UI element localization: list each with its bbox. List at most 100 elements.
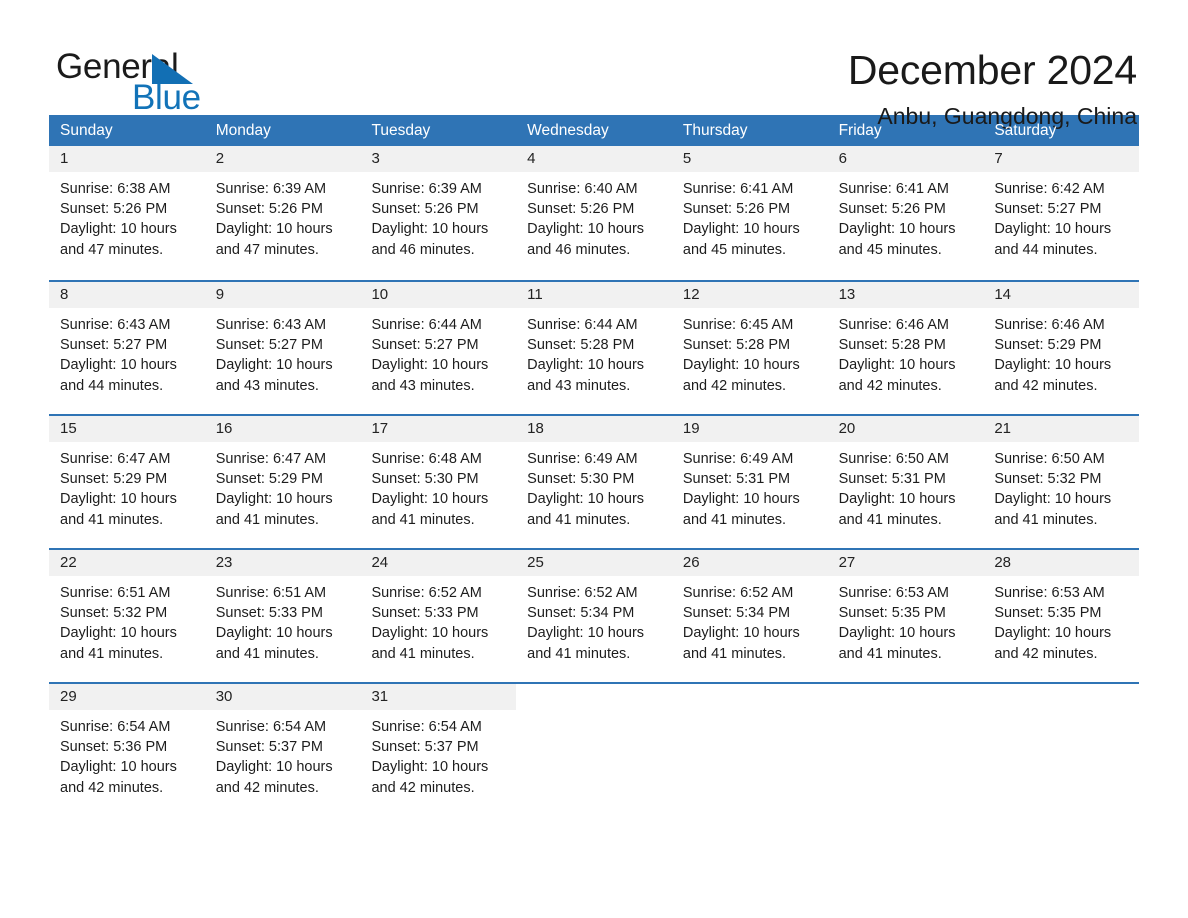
sunrise-text: Sunrise: 6:51 AM bbox=[215, 585, 327, 601]
daylight-text-line1: Daylight: 10 hours bbox=[60, 221, 177, 238]
day-cell[interactable]: 26 Sunrise: 6:52 AM Sunset: 5:34 PM Dayligh… bbox=[671, 550, 828, 682]
day-cell[interactable]: 24 Sunrise: 6:52 AM Sunset: 5:33 PM Dayligh… bbox=[360, 550, 517, 682]
day-number: 22 bbox=[49, 550, 205, 576]
day-info: Sunrise: 6:50 AM Sunset: 5:31 PM Daylight:… bbox=[828, 442, 984, 530]
day-info bbox=[672, 710, 828, 717]
daylight-text-line1: Daylight: 10 hours bbox=[682, 221, 800, 238]
daylight-text-line2: and 41 minutes. bbox=[527, 511, 631, 528]
sunrise-text: Sunrise: 6:49 AM bbox=[527, 451, 638, 467]
day-cell[interactable]: 21 Sunrise: 6:50 AM Sunset: 5:32 PM Dayligh… bbox=[983, 416, 1140, 548]
daylight-text-line2: and 43 minutes. bbox=[215, 377, 319, 394]
day-cell[interactable]: 13 Sunrise: 6:46 AM Sunset: 5:28 PM Dayligh… bbox=[827, 282, 984, 414]
calendar-week-row: 8 Sunrise: 6:43 AM Sunset: 5:27 PM Daylight… bbox=[49, 280, 1140, 414]
day-cell[interactable]: 8 Sunrise: 6:43 AM Sunset: 5:27 PM Daylight… bbox=[49, 282, 205, 414]
day-info bbox=[828, 710, 984, 717]
day-number: 3 bbox=[360, 146, 517, 172]
day-cell[interactable]: 1 Sunrise: 6:38 AM Sunset: 5:26 PM Daylight… bbox=[49, 146, 205, 280]
day-info: Sunrise: 6:52 AM Sunset: 5:34 PM Daylight:… bbox=[516, 576, 672, 664]
sunset-text: Sunset: 5:26 PM bbox=[371, 201, 479, 218]
calendar-table: Sunday Monday Tuesday Wednesday Thursday Frid… bbox=[49, 115, 1140, 816]
daylight-text-line1: Daylight: 10 hours bbox=[215, 491, 333, 508]
day-number: 8 bbox=[49, 282, 205, 308]
daylight-text-line2: and 41 minutes. bbox=[838, 645, 942, 662]
day-cell[interactable]: 10 Sunrise: 6:44 AM Sunset: 5:27 PM Dayligh… bbox=[360, 282, 517, 414]
sunset-text: Sunset: 5:31 PM bbox=[838, 471, 946, 488]
day-cell[interactable]: 19 Sunrise: 6:49 AM Sunset: 5:31 PM Dayligh… bbox=[671, 416, 828, 548]
day-info: Sunrise: 6:50 AM Sunset: 5:32 PM Daylight:… bbox=[983, 442, 1139, 530]
daylight-text-line2: and 41 minutes. bbox=[371, 511, 475, 528]
day-number bbox=[516, 684, 672, 710]
day-cell[interactable]: 15 Sunrise: 6:47 AM Sunset: 5:29 PM Dayligh… bbox=[49, 416, 205, 548]
sunrise-text: Sunrise: 6:40 AM bbox=[527, 181, 638, 197]
daylight-text-line1: Daylight: 10 hours bbox=[838, 491, 956, 508]
day-number bbox=[983, 684, 1140, 710]
day-cell[interactable]: 25 Sunrise: 6:52 AM Sunset: 5:34 PM Dayligh… bbox=[516, 550, 672, 682]
sunrise-text: Sunrise: 6:41 AM bbox=[838, 181, 950, 197]
daylight-text-line2: and 41 minutes. bbox=[838, 511, 942, 528]
day-info: Sunrise: 6:46 AM Sunset: 5:29 PM Daylight:… bbox=[983, 308, 1139, 396]
daylight-text-line2: and 42 minutes. bbox=[838, 377, 942, 394]
day-cell[interactable]: 3 Sunrise: 6:39 AM Sunset: 5:26 PM Daylight… bbox=[360, 146, 517, 280]
calendar-weeks: 1 Sunrise: 6:38 AM Sunset: 5:26 PM Daylight… bbox=[49, 146, 1140, 816]
day-info: Sunrise: 6:39 AM Sunset: 5:26 PM Daylight:… bbox=[360, 172, 516, 260]
sunrise-text: Sunrise: 6:44 AM bbox=[527, 317, 638, 333]
day-cell[interactable]: 20 Sunrise: 6:50 AM Sunset: 5:31 PM Dayligh… bbox=[827, 416, 984, 548]
weekday-header-thursday: Thursday bbox=[682, 122, 748, 139]
day-cell[interactable]: 18 Sunrise: 6:49 AM Sunset: 5:30 PM Dayligh… bbox=[516, 416, 672, 548]
daylight-text-line1: Daylight: 10 hours bbox=[838, 221, 956, 238]
calendar-week-row: 15 Sunrise: 6:47 AM Sunset: 5:29 PM Dayligh… bbox=[49, 414, 1140, 548]
daylight-text-line2: and 41 minutes. bbox=[215, 645, 319, 662]
day-cell[interactable]: 14 Sunrise: 6:46 AM Sunset: 5:29 PM Dayligh… bbox=[983, 282, 1140, 414]
day-info: Sunrise: 6:44 AM Sunset: 5:28 PM Daylight:… bbox=[516, 308, 672, 396]
sunrise-text: Sunrise: 6:46 AM bbox=[994, 317, 1105, 333]
sunrise-text: Sunrise: 6:52 AM bbox=[682, 585, 794, 601]
day-cell[interactable]: 27 Sunrise: 6:53 AM Sunset: 5:35 PM Dayligh… bbox=[827, 550, 984, 682]
sunrise-text: Sunrise: 6:50 AM bbox=[838, 451, 950, 467]
day-cell[interactable]: 9 Sunrise: 6:43 AM Sunset: 5:27 PM Daylight… bbox=[204, 282, 361, 414]
day-cell[interactable]: 23 Sunrise: 6:51 AM Sunset: 5:33 PM Dayligh… bbox=[204, 550, 361, 682]
weekday-header-monday: Monday bbox=[215, 122, 271, 139]
day-cell[interactable]: 22 Sunrise: 6:51 AM Sunset: 5:32 PM Dayligh… bbox=[49, 550, 205, 682]
day-cell[interactable]: 29 Sunrise: 6:54 AM Sunset: 5:36 PM Dayligh… bbox=[49, 684, 205, 816]
generalblue-logo[interactable]: General Blue bbox=[49, 46, 249, 118]
sunset-text: Sunset: 5:29 PM bbox=[994, 337, 1102, 354]
sunset-text: Sunset: 5:32 PM bbox=[60, 605, 168, 622]
day-cell[interactable]: 31 Sunrise: 6:54 AM Sunset: 5:37 PM Dayligh… bbox=[360, 684, 517, 816]
day-number: 29 bbox=[49, 684, 205, 710]
day-cell[interactable]: 7 Sunrise: 6:42 AM Sunset: 5:27 PM Daylight… bbox=[983, 146, 1140, 280]
day-cell[interactable]: 16 Sunrise: 6:47 AM Sunset: 5:29 PM Dayligh… bbox=[204, 416, 361, 548]
day-info: Sunrise: 6:41 AM Sunset: 5:26 PM Daylight:… bbox=[828, 172, 984, 260]
day-info: Sunrise: 6:54 AM Sunset: 5:36 PM Daylight:… bbox=[49, 710, 205, 798]
day-cell[interactable]: 4 Sunrise: 6:40 AM Sunset: 5:26 PM Daylight… bbox=[516, 146, 672, 280]
day-cell[interactable]: 2 Sunrise: 6:39 AM Sunset: 5:26 PM Daylight… bbox=[204, 146, 361, 280]
calendar-week-row: 22 Sunrise: 6:51 AM Sunset: 5:32 PM Dayligh… bbox=[49, 548, 1140, 682]
sunset-text: Sunset: 5:36 PM bbox=[60, 739, 168, 756]
daylight-text-line2: and 43 minutes. bbox=[371, 377, 475, 394]
day-cell[interactable]: 28 Sunrise: 6:53 AM Sunset: 5:35 PM Dayligh… bbox=[983, 550, 1140, 682]
weekday-header-sunday: Sunday bbox=[60, 122, 113, 139]
day-cell[interactable]: 5 Sunrise: 6:41 AM Sunset: 5:26 PM Daylight… bbox=[671, 146, 828, 280]
day-cell[interactable]: 12 Sunrise: 6:45 AM Sunset: 5:28 PM Dayligh… bbox=[671, 282, 828, 414]
daylight-text-line2: and 42 minutes. bbox=[682, 377, 787, 394]
day-cell[interactable]: 11 Sunrise: 6:44 AM Sunset: 5:28 PM Dayligh… bbox=[516, 282, 672, 414]
logo-text-blue: Blue bbox=[132, 78, 201, 117]
sunset-text: Sunset: 5:27 PM bbox=[994, 201, 1102, 218]
day-cell[interactable]: 6 Sunrise: 6:41 AM Sunset: 5:26 PM Daylight… bbox=[827, 146, 984, 280]
sunset-text: Sunset: 5:37 PM bbox=[371, 739, 479, 756]
day-number: 20 bbox=[827, 416, 984, 442]
daylight-text-line2: and 41 minutes. bbox=[527, 645, 631, 662]
day-number: 17 bbox=[360, 416, 517, 442]
daylight-text-line1: Daylight: 10 hours bbox=[527, 491, 645, 508]
sunset-text: Sunset: 5:28 PM bbox=[682, 337, 791, 354]
sunrise-text: Sunrise: 6:49 AM bbox=[682, 451, 794, 467]
day-info: Sunrise: 6:40 AM Sunset: 5:26 PM Daylight:… bbox=[516, 172, 672, 260]
sunrise-text: Sunrise: 6:45 AM bbox=[682, 317, 794, 333]
sunrise-text: Sunrise: 6:47 AM bbox=[215, 451, 327, 467]
sunrise-text: Sunrise: 6:41 AM bbox=[682, 181, 794, 197]
day-cell[interactable]: 30 Sunrise: 6:54 AM Sunset: 5:37 PM Dayligh… bbox=[204, 684, 361, 816]
daylight-text-line2: and 43 minutes. bbox=[527, 377, 631, 394]
day-number: 9 bbox=[204, 282, 361, 308]
day-cell[interactable]: 17 Sunrise: 6:48 AM Sunset: 5:30 PM Dayligh… bbox=[360, 416, 517, 548]
day-info: Sunrise: 6:42 AM Sunset: 5:27 PM Daylight:… bbox=[983, 172, 1139, 260]
day-number: 30 bbox=[204, 684, 361, 710]
